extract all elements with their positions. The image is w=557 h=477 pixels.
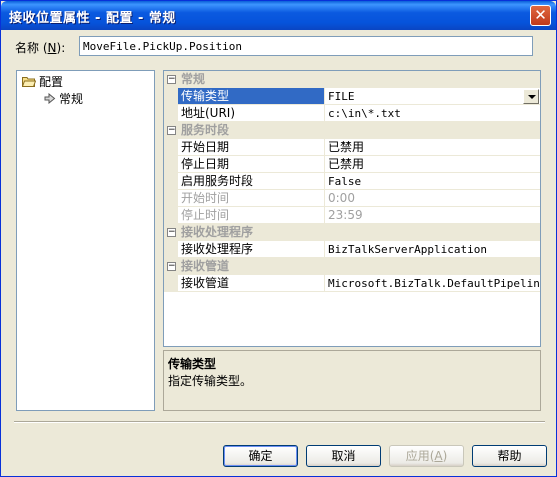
- category-label: 常规: [181, 72, 206, 86]
- collapse-icon[interactable]: −: [167, 126, 176, 135]
- arrow-right-icon: [44, 93, 56, 104]
- property-name: 开始时间: [178, 190, 325, 207]
- property-value[interactable]: Microsoft.BizTalk.DefaultPipelines.: [325, 275, 540, 292]
- property-value: 23:59: [325, 207, 540, 224]
- category-general[interactable]: − 常规: [164, 71, 540, 88]
- description-panel: 传输类型 指定传输类型。: [163, 350, 541, 411]
- help-button[interactable]: 帮助: [472, 445, 547, 467]
- close-button[interactable]: ✕: [530, 5, 551, 26]
- property-row-stop-time: 停止时间 23:59: [164, 207, 540, 224]
- property-value: 0:00: [325, 190, 540, 207]
- property-name: 开始日期: [178, 139, 325, 156]
- property-value[interactable]: 已禁用: [325, 156, 540, 173]
- tree-item-label: 配置: [39, 75, 64, 89]
- property-value[interactable]: 已禁用: [325, 139, 540, 156]
- property-row-start-time: 开始时间 0:00: [164, 190, 540, 207]
- title-bar[interactable]: 接收位置属性 - 配置 - 常规 ✕: [1, 1, 556, 30]
- property-row-address[interactable]: 地址(URI) c:\in\*.txt: [164, 105, 540, 122]
- tree-item-label: 常规: [59, 92, 84, 106]
- window-title: 接收位置属性 - 配置 - 常规: [9, 11, 176, 26]
- divider: [14, 421, 545, 423]
- property-value[interactable]: False: [325, 173, 540, 190]
- category-label: 接收管道: [181, 259, 230, 273]
- collapse-icon[interactable]: −: [167, 75, 176, 84]
- tree-item-configuration[interactable]: 配置: [22, 74, 63, 90]
- property-value[interactable]: BizTalkServerApplication: [325, 241, 540, 258]
- property-row-stop-date[interactable]: 停止日期 已禁用: [164, 156, 540, 173]
- collapse-icon[interactable]: −: [167, 262, 176, 271]
- property-row-start-date[interactable]: 开始日期 已禁用: [164, 139, 540, 156]
- property-value[interactable]: FILE: [325, 88, 540, 105]
- property-row-transport-type[interactable]: 传输类型 FILE: [164, 88, 540, 105]
- category-label: 服务时段: [181, 123, 230, 137]
- property-grid: − 常规 传输类型 FILE 地址(URI) c:\in\*.txt − 服务时…: [163, 70, 541, 347]
- property-name: 接收管道: [178, 275, 325, 292]
- description-text: 指定传输类型。: [168, 374, 253, 388]
- property-name: 接收处理程序: [178, 241, 325, 258]
- ok-button[interactable]: 确定: [223, 445, 298, 467]
- navigation-tree: 配置 常规: [16, 70, 155, 411]
- name-label: 名称 (N):: [15, 41, 66, 55]
- cancel-button[interactable]: 取消: [306, 445, 381, 467]
- property-row-receive-pipeline[interactable]: 接收管道 Microsoft.BizTalk.DefaultPipelines.: [164, 275, 540, 292]
- tree-item-general[interactable]: 常规: [44, 91, 83, 107]
- category-service-window[interactable]: − 服务时段: [164, 122, 540, 139]
- close-icon: ✕: [534, 6, 547, 24]
- collapse-icon[interactable]: −: [167, 228, 176, 237]
- category-receive-handler[interactable]: − 接收处理程序: [164, 224, 540, 241]
- name-field[interactable]: MoveFile.PickUp.Position: [79, 36, 533, 56]
- property-value[interactable]: c:\in\*.txt: [325, 105, 540, 122]
- description-title: 传输类型: [168, 357, 217, 371]
- chevron-down-icon[interactable]: [523, 89, 539, 104]
- property-name: 传输类型: [178, 88, 325, 105]
- property-name: 停止时间: [178, 207, 325, 224]
- property-name: 启用服务时段: [178, 173, 325, 190]
- property-name: 地址(URI): [178, 105, 325, 122]
- folder-open-icon: [22, 77, 36, 87]
- category-label: 接收处理程序: [181, 225, 254, 239]
- property-name: 停止日期: [178, 156, 325, 173]
- property-row-enable-service-window[interactable]: 启用服务时段 False: [164, 173, 540, 190]
- apply-button: 应用(A): [389, 445, 464, 467]
- category-receive-pipeline[interactable]: − 接收管道: [164, 258, 540, 275]
- property-row-receive-handler[interactable]: 接收处理程序 BizTalkServerApplication: [164, 241, 540, 258]
- dialog-window: 接收位置属性 - 配置 - 常规 ✕ 名称 (N): MoveFile.Pick…: [0, 0, 557, 477]
